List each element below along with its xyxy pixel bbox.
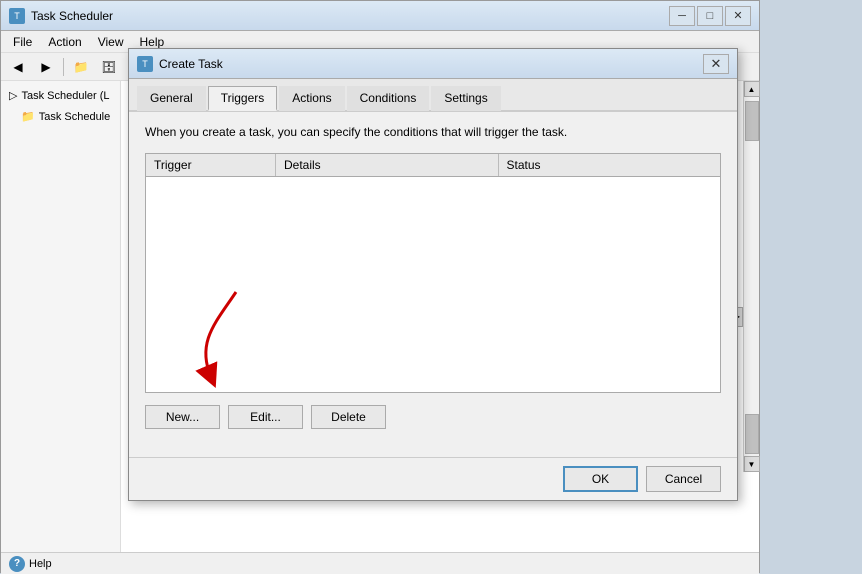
- back-btn[interactable]: ◀: [5, 56, 31, 78]
- statusbar: ? Help: [1, 552, 759, 574]
- help-icon: ?: [9, 556, 25, 572]
- folder-btn[interactable]: 📁: [68, 56, 94, 78]
- main-close-btn[interactable]: ✕: [725, 6, 751, 26]
- dialog-close-btn[interactable]: ✕: [703, 54, 729, 74]
- edit-btn[interactable]: Edit...: [228, 405, 303, 429]
- sidebar: ▷ Task Scheduler (L 📁 Task Schedule: [1, 81, 121, 552]
- tab-actions[interactable]: Actions: [279, 86, 344, 111]
- tab-general[interactable]: General: [137, 86, 206, 111]
- menu-view[interactable]: View: [90, 33, 132, 51]
- menu-file[interactable]: File: [5, 33, 40, 51]
- dialog-icon: T: [137, 56, 153, 72]
- tab-triggers[interactable]: Triggers: [208, 86, 278, 111]
- maximize-btn[interactable]: □: [697, 6, 723, 26]
- dialog-description: When you create a task, you can specify …: [145, 124, 721, 141]
- tab-conditions[interactable]: Conditions: [347, 86, 430, 111]
- col-status: Status: [499, 154, 721, 176]
- sidebar-root-label: Task Scheduler (L: [21, 90, 109, 102]
- scroll-up-arrow[interactable]: ▲: [744, 81, 760, 97]
- app-title: Task Scheduler: [31, 9, 669, 23]
- db-btn[interactable]: 🗄: [96, 56, 122, 78]
- toolbar-separator-1: [63, 58, 64, 76]
- scroll-thumb-bottom[interactable]: [745, 414, 759, 454]
- app-icon: T: [9, 8, 25, 24]
- cancel-btn[interactable]: Cancel: [646, 466, 721, 492]
- menu-action[interactable]: Action: [40, 33, 89, 51]
- table-header: Trigger Details Status: [146, 154, 720, 177]
- col-details: Details: [276, 154, 499, 176]
- delete-btn[interactable]: Delete: [311, 405, 386, 429]
- title-buttons: ─ □ ✕: [669, 6, 751, 26]
- statusbar-help: ? Help: [9, 556, 52, 572]
- action-buttons: New... Edit... Delete: [145, 405, 721, 429]
- trigger-table-area: Trigger Details Status: [145, 153, 721, 393]
- sidebar-item-child[interactable]: 📁 Task Schedule: [1, 106, 120, 127]
- ok-btn[interactable]: OK: [563, 466, 638, 492]
- dialog-footer: OK Cancel: [129, 457, 737, 500]
- dialog-title: Create Task: [159, 57, 703, 71]
- dialog-tabs: General Triggers Actions Conditions Sett…: [129, 79, 737, 112]
- scroll-thumb-top[interactable]: [745, 101, 759, 141]
- dialog-body: When you create a task, you can specify …: [129, 112, 737, 457]
- forward-btn[interactable]: ▶: [33, 56, 59, 78]
- sidebar-expand-icon: ▷: [9, 89, 17, 102]
- help-label: Help: [29, 558, 52, 570]
- minimize-btn[interactable]: ─: [669, 6, 695, 26]
- dialog-titlebar: T Create Task ✕: [129, 49, 737, 79]
- table-empty-body: [146, 177, 720, 389]
- new-btn[interactable]: New...: [145, 405, 220, 429]
- sidebar-item-root[interactable]: ▷ Task Scheduler (L: [1, 85, 120, 106]
- create-task-dialog: T Create Task ✕ General Triggers Actions…: [128, 48, 738, 501]
- scrollbar-right[interactable]: ▲ ▼: [743, 81, 759, 472]
- sidebar-folder-icon: 📁: [21, 110, 35, 123]
- main-titlebar: T Task Scheduler ─ □ ✕: [1, 1, 759, 31]
- scroll-down-arrow[interactable]: ▼: [744, 456, 760, 472]
- col-trigger: Trigger: [146, 154, 276, 176]
- sidebar-child-label: Task Schedule: [39, 111, 111, 123]
- tab-settings[interactable]: Settings: [431, 86, 500, 111]
